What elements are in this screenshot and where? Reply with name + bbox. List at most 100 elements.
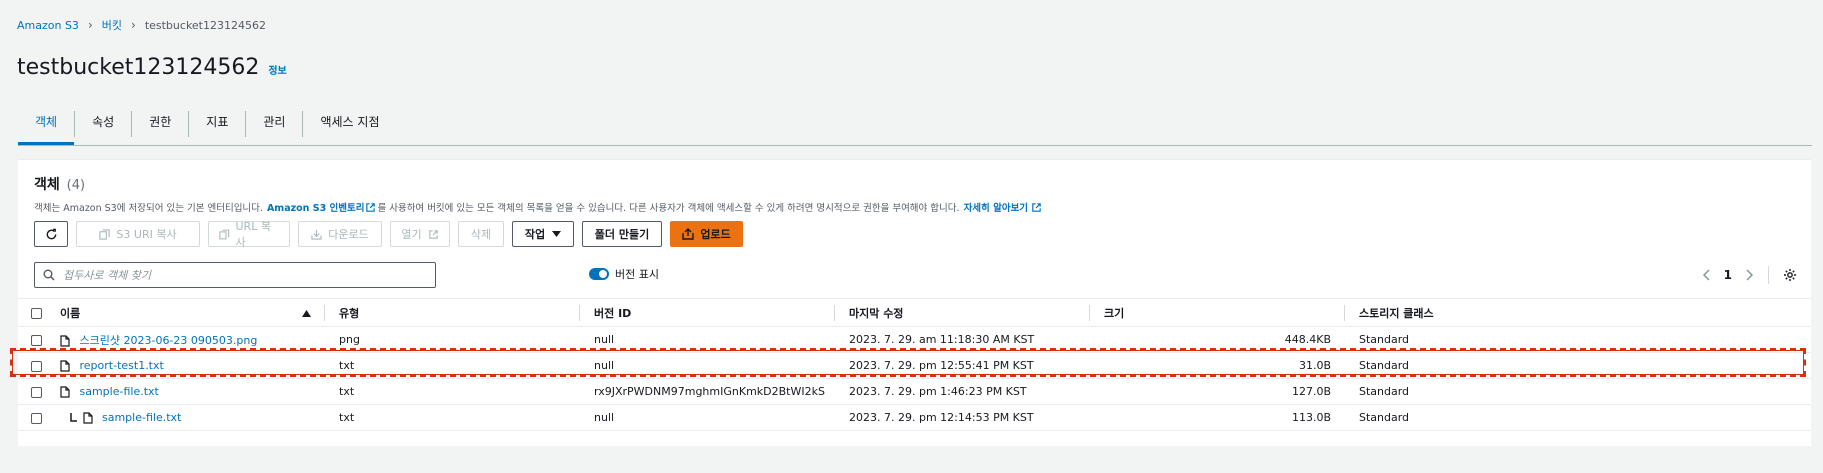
search-icon (43, 269, 55, 281)
show-versions-toggle[interactable]: 버전 표시 (589, 266, 659, 282)
page-number[interactable]: 1 (1724, 268, 1732, 282)
tab-objects[interactable]: 객체 (18, 105, 75, 145)
version-branch-icon (70, 413, 77, 422)
object-name-link[interactable]: sample-file.txt (102, 411, 181, 424)
upload-button[interactable]: 업로드 (670, 221, 743, 247)
open-button[interactable]: 열기 (390, 221, 450, 247)
table-row: 스크린샷 2023-06-23 090503.png png null 2023… (18, 326, 1811, 353)
object-type: txt (325, 404, 580, 431)
object-version-id: null (580, 326, 835, 353)
column-name-label: 이름 (60, 306, 81, 320)
breadcrumb-amazon-s3[interactable]: Amazon S3 (17, 19, 79, 32)
table-row-version: sample-file.txt txt null 2023. 7. 29. pm… (18, 404, 1811, 431)
copy-s3-uri-label: S3 URI 복사 (116, 228, 177, 241)
column-type[interactable]: 유형 (325, 298, 580, 327)
inventory-link[interactable]: Amazon S3 인벤토리 (267, 200, 365, 214)
object-type: png (325, 326, 580, 353)
object-last-modified: 2023. 7. 29. pm 12:55:41 PM KST (835, 352, 1090, 379)
copy-icon (99, 228, 111, 240)
actions-dropdown[interactable]: 작업 (512, 221, 574, 247)
info-link[interactable]: 정보 (268, 62, 286, 77)
row-checkbox[interactable] (31, 360, 42, 372)
tab-bar: 객체 속성 권한 지표 관리 액세스 지점 (18, 105, 396, 145)
object-name-link[interactable]: 스크린샷 2023-06-23 090503.png (80, 334, 258, 347)
bucket-name: testbucket123124562 (17, 55, 260, 80)
external-link-icon (1032, 202, 1041, 212)
description-text: 객체는 Amazon S3에 저장되어 있는 기본 엔터티입니다. (34, 203, 263, 214)
tab-access-points[interactable]: 액세스 지점 (303, 105, 396, 145)
pagination: 1 (1702, 266, 1797, 284)
description-text-2: 를 사용하여 버킷에 있는 모든 객체의 목록을 얻을 수 있습니다. 다른 사… (377, 203, 960, 214)
objects-heading: 객체 (4) (34, 174, 85, 194)
learn-more-link[interactable]: 자세히 알아보기 (964, 200, 1029, 214)
chevron-left-icon[interactable] (1702, 269, 1710, 281)
object-size: 31.0B (1090, 352, 1345, 379)
tabs-underline (18, 145, 1812, 146)
object-size: 113.0B (1090, 404, 1345, 431)
sort-ascending-icon[interactable] (302, 310, 311, 317)
open-label: 열기 (401, 228, 422, 241)
upload-icon (682, 228, 695, 240)
actions-label: 작업 (524, 228, 546, 241)
object-version-id: rx9JXrPWDNM97mghmIGnKmkD2BtWI2kS (580, 378, 835, 405)
column-version-id[interactable]: 버전 ID (580, 298, 835, 327)
row-checkbox[interactable] (31, 412, 42, 424)
objects-panel: 객체 (4) 객체는 Amazon S3에 저장되어 있는 기본 엔터티입니다.… (18, 159, 1811, 446)
chevron-right-icon: › (131, 18, 136, 32)
object-name-link[interactable]: sample-file.txt (80, 385, 159, 398)
file-icon (60, 334, 70, 347)
copy-s3-uri-button[interactable]: S3 URI 복사 (76, 221, 200, 247)
download-button[interactable]: 다운로드 (298, 221, 382, 247)
column-version-label: 버전 ID (594, 306, 632, 320)
header-select-all[interactable] (18, 298, 60, 327)
object-version-id: null (580, 404, 835, 431)
toggle-switch[interactable] (589, 268, 609, 280)
column-size[interactable]: 크기 (1090, 298, 1345, 327)
caret-down-icon (552, 231, 562, 237)
table-row: sample-file.txt txt rx9JXrPWDNM97mghmIGn… (18, 378, 1811, 405)
object-storage-class: Standard (1345, 378, 1811, 405)
pager-divider (1768, 266, 1769, 284)
download-icon (311, 229, 322, 240)
gear-icon[interactable] (1783, 268, 1797, 282)
tab-properties[interactable]: 속성 (75, 105, 131, 145)
object-version-id: null (580, 352, 835, 379)
row-checkbox[interactable] (31, 334, 42, 346)
search-input[interactable] (61, 267, 421, 283)
download-label: 다운로드 (328, 228, 369, 241)
column-storage-class[interactable]: 스토리지 클래스 (1345, 298, 1811, 327)
object-size: 127.0B (1090, 378, 1345, 405)
tab-metrics[interactable]: 지표 (189, 105, 245, 145)
object-last-modified: 2023. 7. 29. pm 1:46:23 PM KST (835, 378, 1090, 405)
column-type-label: 유형 (339, 306, 360, 320)
breadcrumb: Amazon S3 › 버킷 › testbucket123124562 (17, 17, 266, 33)
upload-label: 업로드 (700, 228, 731, 241)
external-link-icon (428, 229, 438, 239)
column-storage-label: 스토리지 클래스 (1359, 306, 1434, 320)
page-title: testbucket123124562 정보 (17, 55, 287, 80)
refresh-button[interactable] (34, 221, 68, 247)
table-header-row: 이름 유형 버전 ID 마지막 수정 크기 스토리지 클래스 (18, 298, 1811, 327)
tab-permissions[interactable]: 권한 (132, 105, 188, 145)
create-folder-button[interactable]: 폴더 만들기 (582, 221, 662, 247)
column-last-modified[interactable]: 마지막 수정 (835, 298, 1090, 327)
select-all-checkbox[interactable] (31, 307, 42, 319)
object-name-link[interactable]: report-test1.txt (80, 359, 164, 372)
row-checkbox[interactable] (31, 386, 42, 398)
tab-management[interactable]: 관리 (246, 105, 302, 145)
file-icon (60, 386, 70, 398)
breadcrumb-buckets[interactable]: 버킷 (102, 17, 122, 33)
search-field[interactable] (34, 262, 436, 288)
toggle-label: 버전 표시 (615, 268, 659, 281)
column-size-label: 크기 (1104, 306, 1125, 320)
breadcrumb-current: testbucket123124562 (144, 18, 266, 32)
column-name[interactable]: 이름 (60, 298, 325, 327)
delete-button[interactable]: 삭제 (458, 221, 504, 247)
objects-description: 객체는 Amazon S3에 저장되어 있는 기본 엔터티입니다. Amazon… (34, 200, 1043, 214)
chevron-right-icon[interactable] (1746, 269, 1754, 281)
object-storage-class: Standard (1345, 352, 1811, 379)
objects-toolbar: S3 URI 복사 URL 복사 다운로드 열기 삭제 작업 폴더 만들기 업로… (34, 220, 743, 249)
object-storage-class: Standard (1345, 326, 1811, 353)
copy-url-button[interactable]: URL 복사 (208, 220, 290, 249)
column-modified-label: 마지막 수정 (849, 306, 904, 320)
